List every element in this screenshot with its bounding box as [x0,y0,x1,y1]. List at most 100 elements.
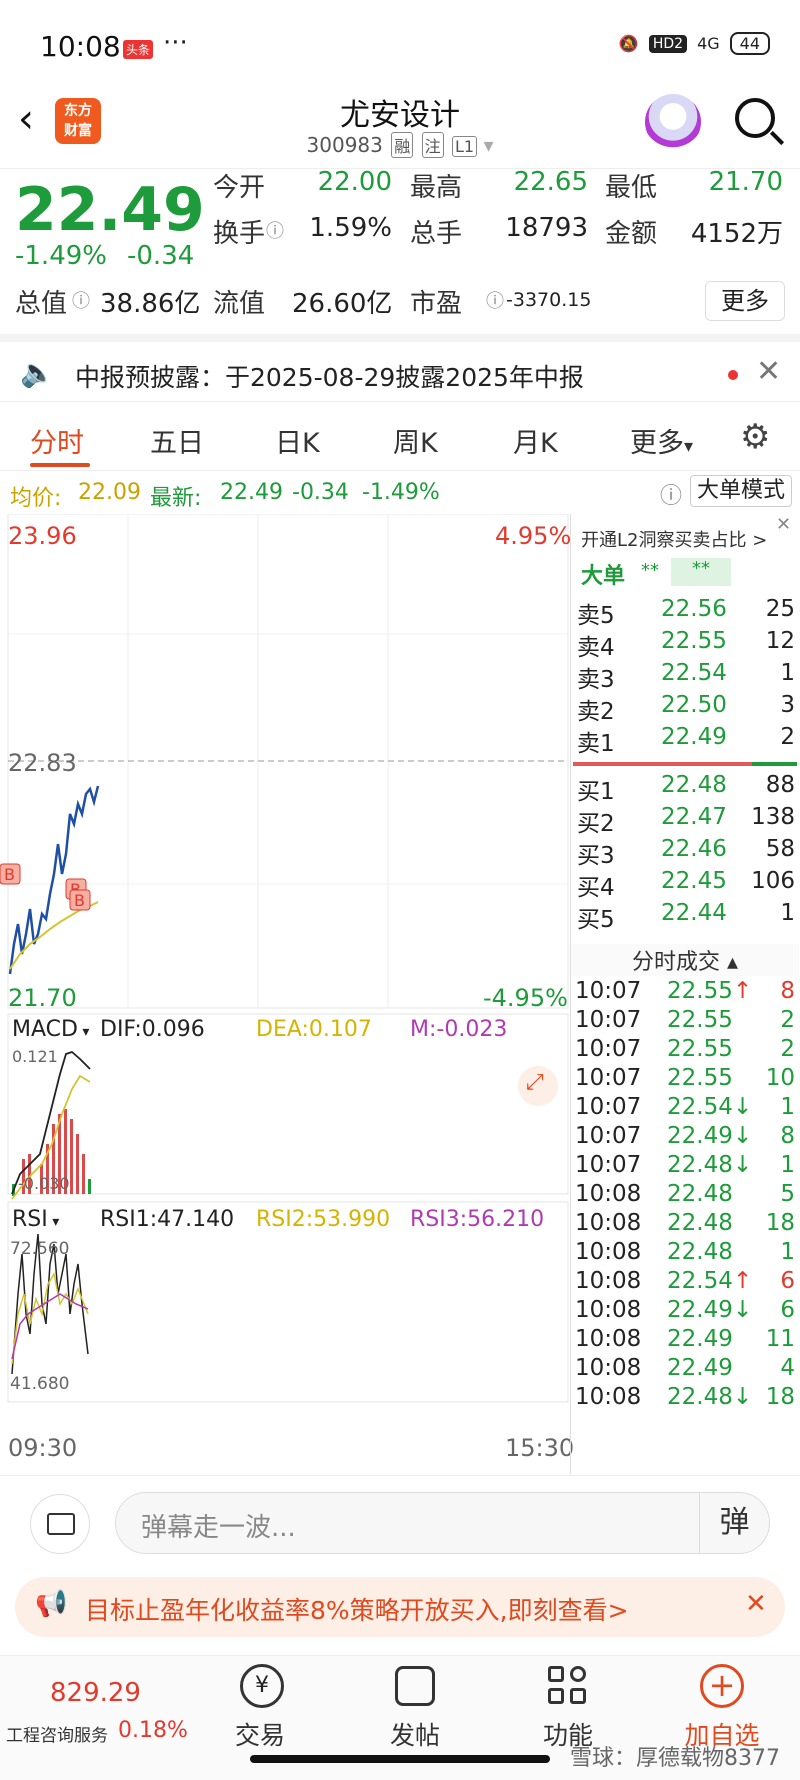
order-level: 买5 [577,907,615,933]
buy-order-row[interactable]: 买5 22.44 1 [571,900,799,933]
trade-volume: 18 [765,1210,795,1236]
trade-time: 10:07 [575,1152,642,1178]
sector-index-pct: 0.18% [118,1718,188,1743]
danmu-toggle-button[interactable]: 弹 [699,1493,769,1553]
search-icon[interactable] [735,98,775,138]
high-label: 最高 [410,173,463,203]
trade-volume: 1 [780,1094,795,1120]
macd-m: M:-0.023 [410,1017,508,1042]
trade-time: 10:08 [575,1384,642,1410]
buy-order-row[interactable]: 买1 22.48 88 [571,772,799,805]
l2-promo-link[interactable]: 开通L2洞察买卖占比 > [581,526,767,552]
add-watchlist-icon[interactable]: + [700,1664,744,1708]
order-level: 卖5 [577,603,615,629]
trade-volume: 8 [780,1123,795,1149]
tab-more[interactable]: 更多▾ [630,421,693,460]
trade-volume: 8 [780,978,795,1004]
more-button[interactable]: 更多 [705,281,785,321]
order-volume: 88 [765,772,795,798]
info-icon[interactable]: ⓘ [72,287,90,313]
trade-price: 22.54 [667,1268,733,1294]
trade-icon[interactable]: ¥ [240,1664,284,1708]
nav-post[interactable]: 发帖 [365,1716,465,1752]
order-level: 买4 [577,875,615,901]
rsi3-value: RSI3:56.210 [410,1207,545,1232]
tab-daily-k[interactable]: 日K [275,421,320,460]
trades-title[interactable]: 分时成交 ▴ [571,944,799,976]
big-order-mode-button[interactable]: 大单模式 [690,475,792,507]
macd-selector[interactable]: MACD ▾ [12,1017,89,1042]
help-icon[interactable]: ⓘ [660,478,682,510]
trade-arrow: ↑ [733,978,753,1004]
danmu-input[interactable]: 弹幕走一波... 弹 [115,1492,770,1554]
intraday-chart-area[interactable]: B B B 23.96 4.95% 22.83 21.70 -4.95% MAC… [0,513,574,1474]
close-icon[interactable]: ✕ [776,514,791,535]
buy-order-row[interactable]: 买4 22.45 106 [571,868,799,901]
order-level: 卖2 [577,699,615,725]
trade-volume: 11 [765,1326,795,1352]
trade-time: 10:08 [575,1181,642,1207]
promo-banner[interactable]: 📢 目标止盈年化收益率8%策略开放买入,即刻查看> ✕ [15,1577,785,1637]
tab-intraday[interactable]: 分时 [30,421,84,460]
sector-index-value[interactable]: 829.29 [50,1678,141,1708]
close-icon[interactable]: ✕ [745,1589,767,1619]
sell-order-row[interactable]: 卖4 22.55 12 [571,628,799,661]
robot-avatar[interactable] [645,94,701,150]
settings-gear-icon[interactable]: ⚙ [740,417,770,457]
trade-price: 22.48 [667,1239,733,1265]
sell-order-row[interactable]: 卖5 22.56 25 [571,596,799,629]
trade-time: 10:07 [575,1065,642,1091]
megaphone-icon: 📢 [35,1589,68,1619]
trade-price: 22.49 [667,1326,733,1352]
sell-order-row[interactable]: 卖1 22.49 2 [571,724,799,757]
order-price: 22.46 [661,836,727,862]
trade-time: 10:07 [575,978,642,1004]
margin-tag: 融 [391,132,414,158]
watermark-text: 雪球：厚德载物8377 [570,1746,780,1771]
trade-price: 22.55 [667,1036,733,1062]
trade-row: 10:08 22.48 ↓ 18 [571,1384,799,1417]
danmu-placeholder: 弹幕走一波... [141,1513,296,1543]
trade-arrow: ↓ [733,1152,753,1178]
function-grid-icon[interactable] [548,1666,588,1706]
trade-arrow: ↑ [733,1268,753,1294]
order-price: 22.50 [661,692,727,718]
open-value: 22.00 [317,167,392,197]
sell-order-row[interactable]: 卖2 22.50 3 [571,692,799,725]
compose-icon[interactable] [395,1666,435,1706]
sell-order-row[interactable]: 卖3 22.54 1 [571,660,799,693]
order-level: 卖1 [577,731,615,757]
trade-price: 22.48 [667,1210,733,1236]
trade-price: 22.49 [667,1123,733,1149]
order-volume: 12 [765,628,795,654]
trade-volume: 5 [780,1181,795,1207]
pe-label: 市盈 [410,289,463,319]
buy-order-row[interactable]: 买3 22.46 58 [571,836,799,869]
info-icon[interactable]: ⓘ [486,287,504,313]
nav-trade[interactable]: 交易 [210,1716,310,1752]
trade-volume: 4 [780,1355,795,1381]
close-icon[interactable]: ✕ [756,354,781,389]
tab-monthly-k[interactable]: 月K [513,421,558,460]
order-level: 买2 [577,811,615,837]
hd-badge: HD2 [648,34,688,53]
buy-order-row[interactable]: 买2 22.47 138 [571,804,799,837]
registration-tag: 注 [421,132,444,158]
sector-index-name[interactable]: 工程咨询服务 [6,1721,108,1746]
tab-five-day[interactable]: 五日 [150,421,204,460]
expand-icon[interactable]: ⤢ [526,1070,544,1095]
big-order-bar: ** [671,558,731,586]
notice-bar[interactable]: 🔈 中报预披露：于2025-08-29披露2025年中报 ✕ [0,334,800,402]
order-volume: 138 [751,804,795,830]
change-percent: -1.49% [15,241,107,271]
info-icon[interactable]: ⓘ [266,217,284,243]
rsi-selector[interactable]: RSI ▾ [12,1207,59,1232]
danmu-list-icon[interactable] [30,1494,90,1554]
time-axis-start: 09:30 [8,1434,78,1462]
high-value: 22.65 [513,167,588,197]
order-level: 买1 [577,779,615,805]
tab-weekly-k[interactable]: 周K [393,421,438,460]
float-cap-label: 流值 [213,289,266,319]
home-indicator[interactable] [250,1755,550,1763]
trade-price: 22.55 [667,1065,733,1091]
